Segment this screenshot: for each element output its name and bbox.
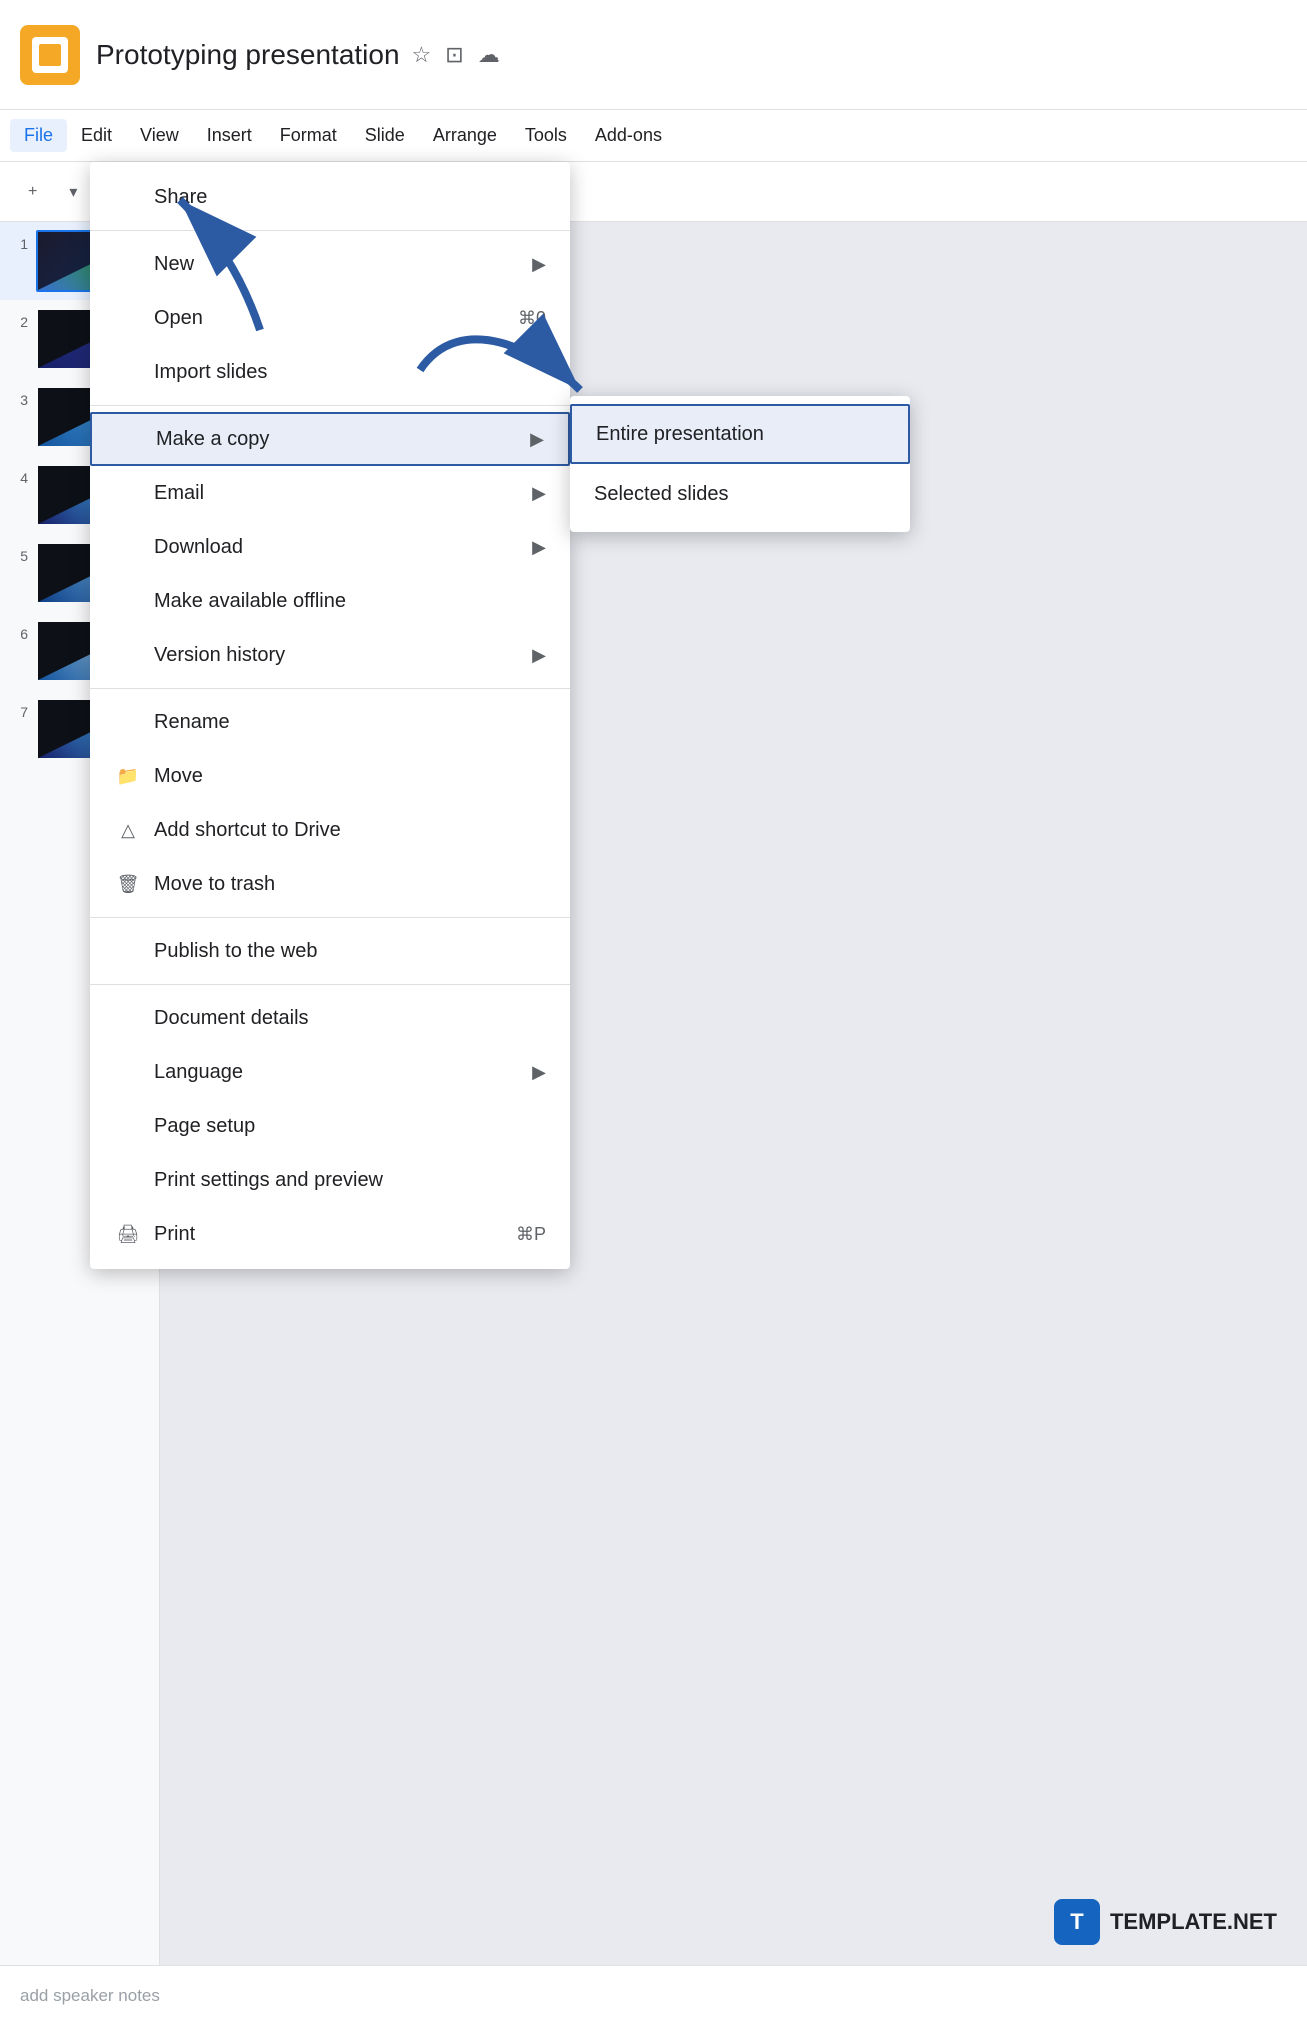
watermark: T TEMPLATE.NET — [1054, 1899, 1277, 1945]
slide-num-4: 4 — [10, 470, 28, 486]
menu-item-publish[interactable]: Publish to the web — [90, 924, 570, 978]
trash-label: Move to trash — [154, 873, 275, 896]
import-label: Import slides — [154, 361, 267, 384]
menu-bar: File Edit View Insert Format Slide Arran… — [0, 110, 1307, 162]
slide-num-1: 1 — [10, 236, 28, 252]
file-dropdown: Share New ▶ Open ⌘0 Import slides Make a… — [90, 162, 570, 1269]
menu-item-move[interactable]: 📁 Move — [90, 749, 570, 803]
menu-item-trash[interactable]: 🗑 Move to trash — [90, 857, 570, 911]
menu-arrange[interactable]: Arrange — [419, 119, 511, 152]
language-label: Language — [154, 1061, 243, 1084]
divider-3 — [90, 688, 570, 689]
slide-num-3: 3 — [10, 392, 28, 408]
slide-num-7: 7 — [10, 704, 28, 720]
shortcut-label: Add shortcut to Drive — [154, 819, 341, 842]
new-label: New — [154, 253, 194, 276]
menu-item-print-preview[interactable]: Print settings and preview — [90, 1153, 570, 1207]
menu-item-page-setup[interactable]: Page setup — [90, 1099, 570, 1153]
print-preview-label: Print settings and preview — [154, 1169, 383, 1192]
open-shortcut: ⌘0 — [518, 308, 546, 329]
app-icon-inner — [32, 37, 68, 73]
folder-icon[interactable]: ⊡ — [445, 42, 463, 68]
notes-placeholder[interactable]: add speaker notes — [20, 1986, 160, 2006]
menu-item-new[interactable]: New ▶ — [90, 237, 570, 291]
watermark-icon: T — [1054, 1899, 1100, 1945]
title-icons: ☆ ⊡ ☁ — [412, 42, 500, 68]
publish-label: Publish to the web — [154, 940, 317, 963]
version-label: Version history — [154, 644, 285, 667]
menu-format[interactable]: Format — [266, 119, 351, 152]
make-copy-label: Make a copy — [156, 428, 269, 451]
move-label: Move — [154, 765, 203, 788]
app-icon — [20, 25, 80, 85]
email-arrow: ▶ — [532, 483, 546, 504]
divider-2 — [90, 405, 570, 406]
language-arrow: ▶ — [532, 1062, 546, 1083]
menu-item-print[interactable]: 🖨 Print ⌘P — [90, 1207, 570, 1261]
page-setup-label: Page setup — [154, 1115, 255, 1138]
menu-slide[interactable]: Slide — [351, 119, 419, 152]
divider-1 — [90, 230, 570, 231]
move-icon: 📁 — [114, 766, 142, 787]
offline-label: Make available offline — [154, 590, 346, 613]
shortcut-icon: △ — [114, 820, 142, 841]
divider-5 — [90, 984, 570, 985]
watermark-text: TEMPLATE.NET — [1110, 1909, 1277, 1935]
selected-slides-label: Selected slides — [594, 483, 729, 506]
menu-insert[interactable]: Insert — [193, 119, 266, 152]
menu-tools[interactable]: Tools — [511, 119, 581, 152]
submenu-entire[interactable]: Entire presentation — [570, 404, 910, 464]
document-title: Prototyping presentation — [96, 39, 400, 71]
new-arrow: ▶ — [532, 254, 546, 275]
make-copy-submenu: Entire presentation Selected slides — [570, 396, 910, 532]
copy-arrow: ▶ — [530, 429, 544, 450]
menu-item-share[interactable]: Share — [90, 170, 570, 224]
download-label: Download — [154, 536, 243, 559]
menu-item-rename[interactable]: Rename — [90, 695, 570, 749]
download-arrow: ▶ — [532, 537, 546, 558]
submenu-selected[interactable]: Selected slides — [570, 464, 910, 524]
menu-item-import[interactable]: Import slides — [90, 345, 570, 399]
slide-num-5: 5 — [10, 548, 28, 564]
menu-item-make-copy[interactable]: Make a copy ▶ — [90, 412, 570, 466]
entire-presentation-label: Entire presentation — [596, 423, 764, 446]
rename-label: Rename — [154, 711, 230, 734]
menu-item-details[interactable]: Document details — [90, 991, 570, 1045]
share-label: Share — [154, 186, 207, 209]
star-icon[interactable]: ☆ — [412, 42, 432, 68]
menu-edit[interactable]: Edit — [67, 119, 126, 152]
print-icon: 🖨 — [114, 1224, 142, 1245]
slide-num-2: 2 — [10, 314, 28, 330]
open-label: Open — [154, 307, 203, 330]
trash-icon: 🗑 — [114, 874, 142, 895]
menu-item-download[interactable]: Download ▶ — [90, 520, 570, 574]
watermark-brand: TEMPLATE — [1110, 1909, 1227, 1934]
cloud-icon[interactable]: ☁ — [478, 42, 500, 68]
watermark-suffix: .NET — [1227, 1909, 1277, 1934]
menu-item-version[interactable]: Version history ▶ — [90, 628, 570, 682]
divider-4 — [90, 917, 570, 918]
slide-num-6: 6 — [10, 626, 28, 642]
menu-file[interactable]: File — [10, 119, 67, 152]
version-arrow: ▶ — [532, 645, 546, 666]
top-bar: Prototyping presentation ☆ ⊡ ☁ — [0, 0, 1307, 110]
menu-view[interactable]: View — [126, 119, 193, 152]
menu-item-language[interactable]: Language ▶ — [90, 1045, 570, 1099]
toolbar-dropdown[interactable]: ▾ — [57, 176, 89, 208]
menu-item-email[interactable]: Email ▶ — [90, 466, 570, 520]
notes-bar: add speaker notes — [0, 1965, 1307, 2025]
title-area: Prototyping presentation ☆ ⊡ ☁ — [96, 39, 1287, 71]
print-label: Print — [154, 1223, 195, 1246]
menu-item-open[interactable]: Open ⌘0 — [90, 291, 570, 345]
menu-addons[interactable]: Add-ons — [581, 119, 676, 152]
toolbar-add[interactable]: + — [16, 177, 49, 207]
menu-item-offline[interactable]: Make available offline — [90, 574, 570, 628]
doc-title: Prototyping presentation ☆ ⊡ ☁ — [96, 39, 1287, 71]
details-label: Document details — [154, 1007, 309, 1030]
print-shortcut: ⌘P — [516, 1224, 546, 1245]
email-label: Email — [154, 482, 204, 505]
menu-item-shortcut[interactable]: △ Add shortcut to Drive — [90, 803, 570, 857]
